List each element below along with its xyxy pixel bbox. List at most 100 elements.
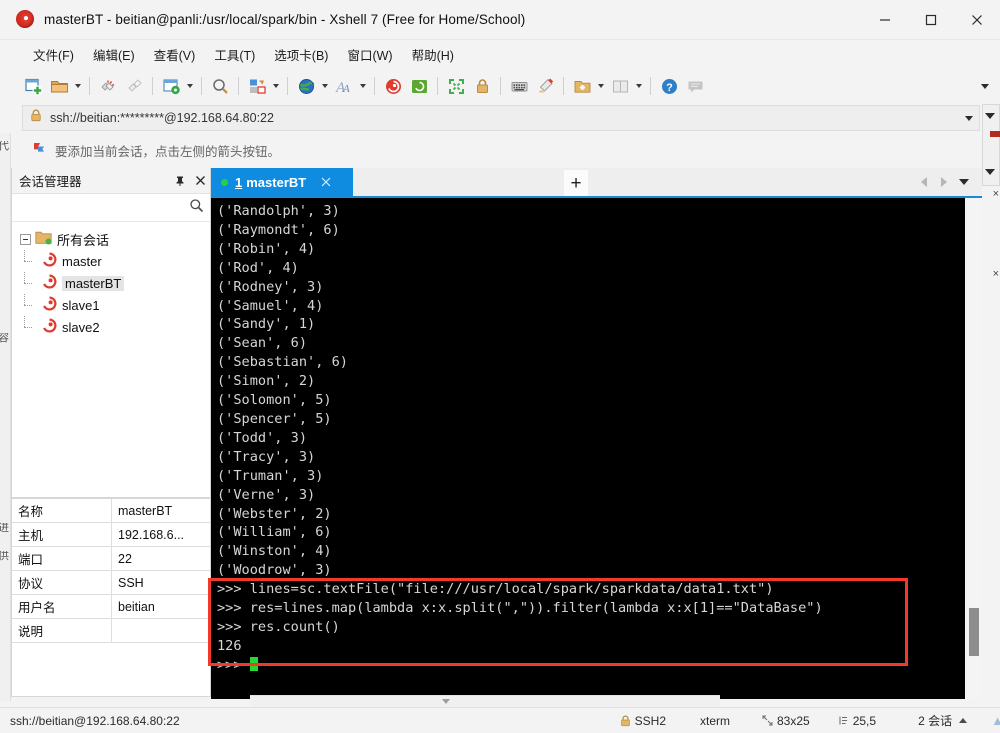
add-session-caret-icon[interactable] xyxy=(595,73,607,99)
font-caret-icon[interactable] xyxy=(357,73,369,99)
window-title: masterBT - beitian@panli:/usr/local/spar… xyxy=(44,12,526,27)
session-search-bar[interactable] xyxy=(12,194,210,222)
toolbar-separator xyxy=(238,77,239,95)
toolbar-separator xyxy=(650,77,651,95)
fullscreen-icon[interactable] xyxy=(443,73,469,99)
property-value: masterBT xyxy=(118,503,173,518)
reconnect-icon[interactable] xyxy=(121,73,147,99)
menu-help[interactable]: 帮助(H) xyxy=(403,42,463,67)
right-hidden-panel[interactable] xyxy=(982,104,1000,186)
connected-dot-icon xyxy=(221,178,228,186)
menu-tabs[interactable]: 选项卡(B) xyxy=(265,42,337,67)
tab-label: masterBT xyxy=(246,174,307,190)
xshell-icon[interactable] xyxy=(380,73,406,99)
status-size: 83x25 xyxy=(777,713,810,728)
status-bar: ssh://beitian@192.168.64.80:22 SSH2 xter… xyxy=(0,707,1000,733)
split-layout-icon[interactable] xyxy=(607,73,633,99)
session-tree-item-slave2[interactable]: slave2 xyxy=(20,316,210,336)
menu-tools[interactable]: 工具(T) xyxy=(205,42,264,67)
split-layout-caret-icon[interactable] xyxy=(633,73,645,99)
terminal-output[interactable]: ('Randolph', 3) ('Raymondt', 6) ('Robin'… xyxy=(211,198,964,699)
add-session-icon[interactable] xyxy=(569,73,595,99)
horizontal-scroll-strip[interactable] xyxy=(250,695,720,707)
new-session-icon[interactable] xyxy=(20,73,46,99)
terminal-panel[interactable]: ('Randolph', 3) ('Raymondt', 6) ('Robin'… xyxy=(211,196,982,699)
session-properties-icon[interactable] xyxy=(158,73,184,99)
property-key: 协议 xyxy=(12,571,112,594)
menu-file[interactable]: 文件(F) xyxy=(24,42,83,67)
toolbar-separator xyxy=(152,77,153,95)
close-button[interactable] xyxy=(954,0,1000,40)
web-browser-caret-icon[interactable] xyxy=(319,73,331,99)
toolbar-separator xyxy=(563,77,564,95)
font-icon[interactable]: A A xyxy=(331,73,357,99)
open-folder-caret-icon[interactable] xyxy=(72,73,84,99)
right-edge-close-icon[interactable]: × xyxy=(993,188,999,200)
caret-up-icon[interactable] xyxy=(959,718,968,723)
session-tree-item-masterbt[interactable]: masterBT xyxy=(20,272,210,292)
session-icon xyxy=(42,252,57,270)
search-icon[interactable] xyxy=(189,198,204,218)
web-browser-icon[interactable] xyxy=(293,73,319,99)
lock-icon[interactable] xyxy=(469,73,495,99)
tab-number: 1 xyxy=(235,174,243,190)
session-tree-item-master[interactable]: master xyxy=(20,250,210,270)
highlight-icon[interactable] xyxy=(532,73,558,99)
open-folder-icon[interactable] xyxy=(46,73,72,99)
chevron-down-icon[interactable] xyxy=(985,113,995,119)
pin-icon[interactable] xyxy=(170,168,190,194)
right-edge-close-icon-2[interactable]: × xyxy=(993,268,999,280)
scroll-arrows-group[interactable]: ▲ ▼ xyxy=(991,713,1000,728)
address-bar[interactable]: ssh://beitian:*********@192.168.64.80:22 xyxy=(22,105,980,131)
session-tree-item-slave1[interactable]: slave1 xyxy=(20,294,210,314)
property-row: 协议 SSH xyxy=(12,571,210,595)
find-icon[interactable] xyxy=(207,73,233,99)
session-search-input[interactable] xyxy=(18,199,189,216)
toolbar-overflow-chevron-icon[interactable] xyxy=(978,69,992,103)
xftp-icon[interactable] xyxy=(406,73,432,99)
terminal-line: ('Raymondt', 6) xyxy=(217,221,340,238)
new-tab-button[interactable]: + xyxy=(564,170,588,196)
close-icon[interactable] xyxy=(190,168,210,194)
menu-edit[interactable]: 编辑(E) xyxy=(84,42,144,67)
disconnect-icon[interactable] xyxy=(95,73,121,99)
minimize-button[interactable] xyxy=(862,0,908,40)
session-tree-root[interactable]: 所有会话 xyxy=(20,230,210,248)
property-value xyxy=(112,619,210,642)
arrow-up-icon[interactable]: ▲ xyxy=(991,713,1000,728)
terminal-line: ('Webster', 2) xyxy=(217,505,332,522)
terminal-scrollbar-thumb[interactable] xyxy=(969,608,979,656)
chevron-down-icon[interactable] xyxy=(985,169,995,175)
tab-strip: 1 masterBT + xyxy=(211,168,982,196)
terminal-line: ('Spencer', 5) xyxy=(217,410,332,427)
property-value: 192.168.6... xyxy=(118,527,185,542)
size-icon xyxy=(762,715,773,726)
menu-view[interactable]: 查看(V) xyxy=(145,42,205,67)
close-icon[interactable] xyxy=(318,174,334,190)
status-sessions-group[interactable]: 2 会话 xyxy=(918,712,968,729)
svg-text:?: ? xyxy=(666,82,673,94)
session-properties-caret-icon[interactable] xyxy=(184,73,196,99)
tab-list-button[interactable] xyxy=(954,168,974,196)
tab-prev-button[interactable] xyxy=(914,168,934,196)
help-icon[interactable]: ? xyxy=(656,73,682,99)
menu-window[interactable]: 窗口(W) xyxy=(338,42,401,67)
chevron-down-icon[interactable] xyxy=(959,106,979,130)
left-edge-strip[interactable]: 代 容 进 供 xyxy=(0,133,11,701)
terminal-command-line: >>> res.count() xyxy=(217,618,340,635)
property-row: 主机 192.168.6... xyxy=(12,523,210,547)
lock-icon xyxy=(620,715,631,727)
property-row: 说明 xyxy=(12,619,210,643)
terminal-line: ('Sebastian', 6) xyxy=(217,354,348,371)
collapse-icon[interactable] xyxy=(20,233,31,245)
file-transfer-icon[interactable] xyxy=(244,73,270,99)
terminal-line: ('Sean', 6) xyxy=(217,335,308,352)
tab-masterbt[interactable]: 1 masterBT xyxy=(211,168,353,196)
file-transfer-caret-icon[interactable] xyxy=(270,73,282,99)
terminal-scrollbar[interactable] xyxy=(964,198,982,699)
chat-icon[interactable] xyxy=(682,73,708,99)
tab-next-button[interactable] xyxy=(934,168,954,196)
status-protocol-group: SSH2 xyxy=(620,714,666,728)
maximize-button[interactable] xyxy=(908,0,954,40)
keyboard-icon[interactable] xyxy=(506,73,532,99)
